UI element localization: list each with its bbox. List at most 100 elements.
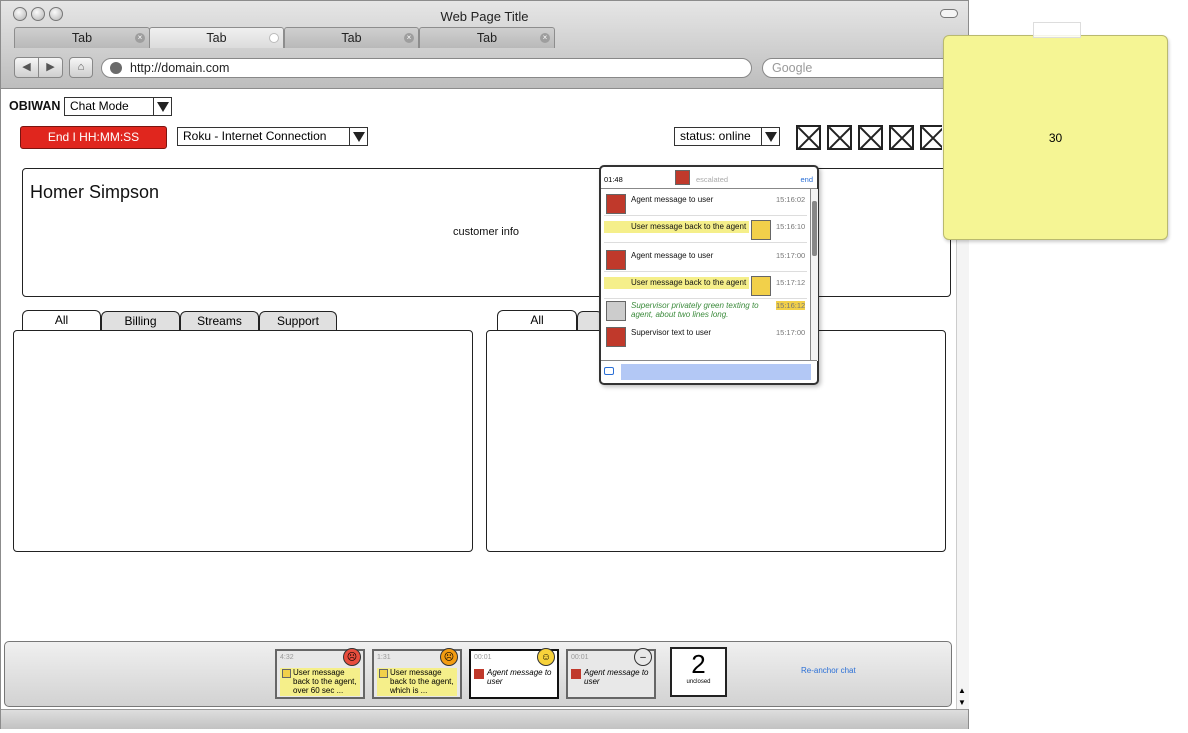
placeholder-image[interactable]: [827, 125, 852, 150]
chevron-down-icon: [153, 98, 171, 115]
message-text: Supervisor text to user: [631, 328, 712, 337]
customer-info-label: customer info: [453, 226, 520, 238]
happy-face-icon: ☺: [537, 648, 555, 666]
toolbar-toggle-button[interactable]: [940, 9, 958, 18]
card-text: Agent message to user: [584, 668, 649, 686]
back-button[interactable]: ◀: [14, 57, 39, 78]
agent-avatar-icon: [606, 250, 626, 270]
scroll-thumb[interactable]: [812, 201, 817, 256]
browser-tab-1[interactable]: Tab ×: [14, 27, 150, 48]
tape: [1033, 22, 1081, 38]
chat-message: User message back to the agent 15:17:12: [604, 276, 807, 299]
connection-select[interactable]: Roku - Internet Connection: [177, 127, 368, 146]
dock-chat-card[interactable]: 00:01 Agent message to user –: [566, 648, 656, 699]
supervisor-avatar-icon: [606, 327, 626, 347]
placeholder-image[interactable]: [920, 125, 942, 150]
end-chat-button[interactable]: End I HH:MM:SS: [20, 126, 167, 149]
url-bar[interactable]: http://domain.com: [101, 58, 752, 78]
globe-icon: [110, 62, 122, 74]
message-time: 15:16:02: [776, 195, 806, 204]
chat-message: Supervisor privately green texting to ag…: [604, 301, 807, 323]
chat-state: escalated: [696, 175, 729, 184]
left-tab-panel: [13, 330, 473, 552]
scroll-up-arrow[interactable]: ▲: [958, 686, 966, 695]
chat-message: Supervisor text to user 15:17:00: [604, 327, 807, 347]
browser-tab-3[interactable]: Tab ×: [284, 27, 419, 48]
chat-header: 01:48 escalated end: [601, 167, 817, 189]
reanchor-chat-link[interactable]: Re-anchor chat: [801, 666, 856, 675]
browser-tab-2[interactable]: Tab: [149, 27, 284, 48]
tab-label: Tab: [476, 31, 498, 45]
message-time: 15:16:10: [776, 222, 806, 231]
chat-window: 01:48 escalated end Agent message to use…: [599, 165, 819, 385]
placeholder-image[interactable]: [796, 125, 821, 150]
tab-all-right[interactable]: All: [497, 310, 577, 332]
message-time: 15:17:12: [776, 278, 806, 287]
chat-scrollbar[interactable]: [810, 189, 818, 361]
close-icon[interactable]: ×: [404, 33, 414, 43]
tab-streams[interactable]: Streams: [180, 311, 259, 331]
browser-window: Web Page Title Tab × Tab Tab × Tab × ◀ ▶ ⌂ …: [0, 0, 969, 729]
message-time: 15:17:00: [776, 251, 806, 260]
chat-timer: 01:48: [604, 175, 623, 184]
agent-avatar-icon: [571, 669, 581, 679]
user-avatar-icon: [379, 669, 388, 678]
window-title: Web Page Title: [440, 9, 529, 24]
card-text: User message back to the agent, over 60 …: [293, 668, 357, 695]
status-select[interactable]: status: online: [674, 127, 780, 146]
card-text: Agent message to user: [487, 668, 552, 686]
home-button[interactable]: ⌂: [69, 57, 93, 78]
supervisor-avatar-icon: [606, 301, 626, 321]
unclosed-count: 2: [691, 649, 706, 679]
chat-input-row: [601, 360, 817, 383]
tab-support[interactable]: Support: [259, 311, 337, 331]
sticky-note: 30: [943, 35, 1168, 240]
tab-all-left[interactable]: All: [22, 310, 101, 332]
dock-chat-card[interactable]: 4:32 User message back to the agent, ove…: [275, 648, 365, 699]
browser-tab-4[interactable]: Tab ×: [419, 27, 555, 48]
chat-input[interactable]: [621, 364, 811, 380]
close-icon[interactable]: ×: [540, 33, 550, 43]
dock-chat-card[interactable]: 1:31 User message back to the agent, whi…: [372, 648, 462, 699]
end-chat-link[interactable]: end: [800, 175, 813, 184]
app-name: OBIWAN: [9, 99, 61, 113]
url-text: http://domain.com: [130, 61, 230, 75]
supervisor-icon: [675, 170, 690, 185]
message-time: 15:17:00: [776, 328, 806, 337]
scroll-down-arrow[interactable]: ▼: [958, 698, 966, 707]
dock-chat-card-active[interactable]: 00:01 Agent message to user ☺: [469, 648, 559, 699]
status-value: status: online: [680, 129, 751, 143]
message-text: Supervisor privately green texting to ag…: [631, 301, 759, 319]
chat-message: User message back to the agent 15:16:10: [604, 220, 807, 243]
title-bar: Web Page Title Tab × Tab Tab × Tab × ◀ ▶ ⌂ …: [1, 1, 968, 89]
card-time: 4:32: [280, 654, 294, 661]
mode-value: Chat Mode: [70, 99, 129, 113]
agent-avatar-icon: [606, 194, 626, 214]
tab-label: Tab: [341, 31, 362, 45]
card-time: 1:31: [377, 654, 391, 661]
placeholder-image[interactable]: [858, 125, 883, 150]
close-icon[interactable]: [269, 33, 279, 43]
search-input[interactable]: Google: [762, 58, 962, 78]
agent-avatar-icon: [474, 669, 484, 679]
mode-select[interactable]: Chat Mode: [64, 97, 172, 116]
forward-button[interactable]: ▶: [38, 57, 63, 78]
customer-name: Homer Simpson: [30, 182, 160, 202]
message-text: User message back to the agent: [631, 278, 747, 287]
tab-label: Tab: [206, 31, 227, 45]
user-avatar-icon: [751, 220, 771, 240]
connection-value: Roku - Internet Connection: [183, 129, 327, 143]
card-time: 00:01: [474, 654, 492, 661]
chat-message: Agent message to user 15:17:00: [604, 250, 807, 272]
chevron-down-icon: [761, 128, 779, 145]
unclosed-label: unclosed: [686, 679, 711, 685]
unclosed-counter[interactable]: 2 unclosed: [670, 647, 727, 697]
tab-billing[interactable]: Billing: [101, 311, 180, 331]
chevron-down-icon: [349, 128, 367, 145]
card-text: User message back to the agent, which is…: [390, 668, 454, 695]
chat-message: Agent message to user 15:16:02: [604, 194, 807, 216]
neutral-face-icon: –: [634, 648, 652, 666]
message-time: 15:16:12: [776, 301, 806, 310]
close-icon[interactable]: ×: [135, 33, 145, 43]
placeholder-image[interactable]: [889, 125, 914, 150]
